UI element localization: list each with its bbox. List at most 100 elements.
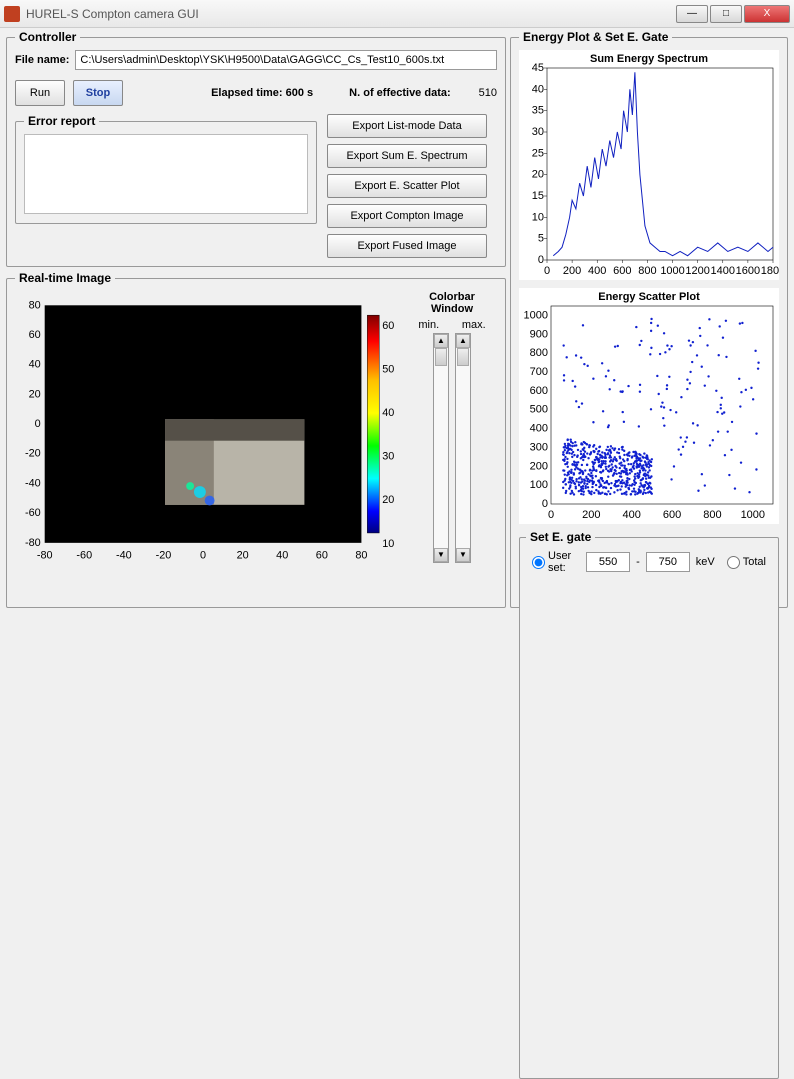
gate-unit-label: keV: [696, 556, 715, 568]
svg-text:60: 60: [316, 550, 328, 562]
svg-text:10: 10: [382, 538, 394, 550]
elapsed-time-label: Elapsed time: 600 s: [211, 87, 313, 99]
export-compton-button[interactable]: Export Compton Image: [327, 204, 487, 228]
window-titlebar: HUREL-S Compton camera GUI — □ X: [0, 0, 794, 28]
svg-text:600: 600: [530, 385, 548, 397]
svg-text:200: 200: [582, 509, 600, 521]
window-title: HUREL-S Compton camera GUI: [26, 7, 676, 21]
svg-text:1000: 1000: [660, 265, 684, 277]
total-radio-input[interactable]: [727, 556, 740, 569]
energy-panel: Energy Plot & Set E. Gate Sum Energy Spe…: [510, 30, 788, 608]
svg-text:40: 40: [276, 550, 288, 562]
svg-text:-60: -60: [76, 550, 92, 562]
colorbar-min-label: min.: [418, 319, 439, 331]
slider-up-arrow-icon[interactable]: ▲: [434, 334, 448, 348]
svg-text:800: 800: [703, 509, 721, 521]
svg-text:400: 400: [623, 509, 641, 521]
svg-text:-80: -80: [37, 550, 53, 562]
svg-text:1800: 1800: [761, 265, 779, 277]
stop-button[interactable]: Stop: [73, 80, 123, 106]
user-set-radio-input[interactable]: [532, 556, 545, 569]
svg-text:45: 45: [532, 62, 544, 74]
svg-text:35: 35: [532, 105, 544, 117]
svg-text:30: 30: [382, 451, 394, 463]
svg-text:500: 500: [530, 404, 548, 416]
svg-text:1000: 1000: [741, 509, 765, 521]
set-gate-panel: Set E. gate User set: - keV Total: [519, 530, 779, 1079]
sum-energy-spectrum-chart: Sum Energy Spectrum051015202530354045020…: [519, 50, 779, 280]
svg-text:40: 40: [532, 83, 544, 95]
svg-text:60: 60: [382, 320, 394, 332]
export-listmode-button[interactable]: Export List-mode Data: [327, 114, 487, 138]
svg-text:400: 400: [530, 423, 548, 435]
svg-text:40: 40: [382, 407, 394, 419]
svg-text:-60: -60: [25, 507, 41, 519]
file-name-input[interactable]: [75, 50, 497, 70]
export-scatter-button[interactable]: Export E. Scatter Plot: [327, 174, 487, 198]
svg-text:900: 900: [530, 328, 548, 340]
export-sum-spectrum-button[interactable]: Export Sum E. Spectrum: [327, 144, 487, 168]
svg-text:1400: 1400: [711, 265, 735, 277]
energy-panel-legend: Energy Plot & Set E. Gate: [519, 30, 672, 44]
colorbar-max-slider[interactable]: ▲ ▼: [455, 333, 471, 563]
run-button[interactable]: Run: [15, 80, 65, 106]
error-report-textarea[interactable]: [24, 134, 308, 214]
minimize-button[interactable]: —: [676, 5, 708, 23]
svg-text:15: 15: [532, 190, 544, 202]
controller-panel: Controller File name: Run Stop Elapsed t…: [6, 30, 506, 267]
svg-text:600: 600: [613, 265, 631, 277]
total-radio[interactable]: Total: [727, 556, 766, 569]
colorbar-max-label: max.: [462, 319, 486, 331]
user-set-label: User set:: [548, 550, 580, 574]
file-name-label: File name:: [15, 54, 69, 66]
svg-text:-40: -40: [25, 477, 41, 489]
slider-thumb[interactable]: [457, 348, 469, 366]
svg-text:0: 0: [35, 418, 41, 430]
gate-dash: -: [636, 556, 640, 568]
app-icon: [4, 6, 20, 22]
realtime-image-panel: Real-time Image 80 60 40 20 0 -20 -40 -60 -80-80…: [6, 271, 506, 608]
svg-text:10: 10: [532, 211, 544, 223]
realtime-image-plot: 806040200-20-40-60-80-80-60-40-200204060…: [15, 291, 401, 571]
svg-text:80: 80: [355, 550, 367, 562]
slider-thumb[interactable]: [435, 348, 447, 366]
user-set-radio[interactable]: User set:: [532, 550, 580, 574]
svg-text:-20: -20: [156, 550, 172, 562]
svg-text:800: 800: [530, 347, 548, 359]
svg-text:1200: 1200: [685, 265, 709, 277]
svg-text:200: 200: [530, 460, 548, 472]
close-button[interactable]: X: [744, 5, 790, 23]
total-label: Total: [743, 556, 766, 568]
colorbar-min-slider[interactable]: ▲ ▼: [433, 333, 449, 563]
ndata-label: N. of effective data:: [349, 87, 450, 99]
svg-text:20: 20: [29, 388, 41, 400]
svg-text:0: 0: [200, 550, 206, 562]
slider-up-arrow-icon[interactable]: ▲: [456, 334, 470, 348]
error-report-legend: Error report: [24, 114, 99, 128]
svg-text:1600: 1600: [736, 265, 760, 277]
realtime-image-legend: Real-time Image: [15, 271, 115, 285]
maximize-button[interactable]: □: [710, 5, 742, 23]
gate-low-input[interactable]: [586, 552, 630, 572]
svg-text:Sum Energy Spectrum: Sum Energy Spectrum: [590, 53, 708, 65]
svg-text:Energy Scatter Plot: Energy Scatter Plot: [598, 291, 700, 303]
svg-text:1000: 1000: [524, 309, 548, 321]
ndata-value: 510: [479, 87, 497, 99]
svg-text:20: 20: [237, 550, 249, 562]
svg-text:-80: -80: [25, 537, 41, 549]
svg-text:-40: -40: [116, 550, 132, 562]
svg-text:100: 100: [530, 479, 548, 491]
slider-down-arrow-icon[interactable]: ▼: [434, 548, 448, 562]
gate-high-input[interactable]: [646, 552, 690, 572]
svg-text:0: 0: [544, 265, 550, 277]
svg-text:20: 20: [532, 169, 544, 181]
svg-text:50: 50: [382, 364, 394, 376]
export-fused-button[interactable]: Export Fused Image: [327, 234, 487, 258]
slider-down-arrow-icon[interactable]: ▼: [456, 548, 470, 562]
svg-text:5: 5: [538, 233, 544, 245]
energy-scatter-chart: Energy Scatter Plot010020030040050060070…: [519, 288, 779, 524]
svg-text:80: 80: [29, 299, 41, 311]
svg-text:800: 800: [638, 265, 656, 277]
svg-text:600: 600: [663, 509, 681, 521]
svg-text:300: 300: [530, 441, 548, 453]
